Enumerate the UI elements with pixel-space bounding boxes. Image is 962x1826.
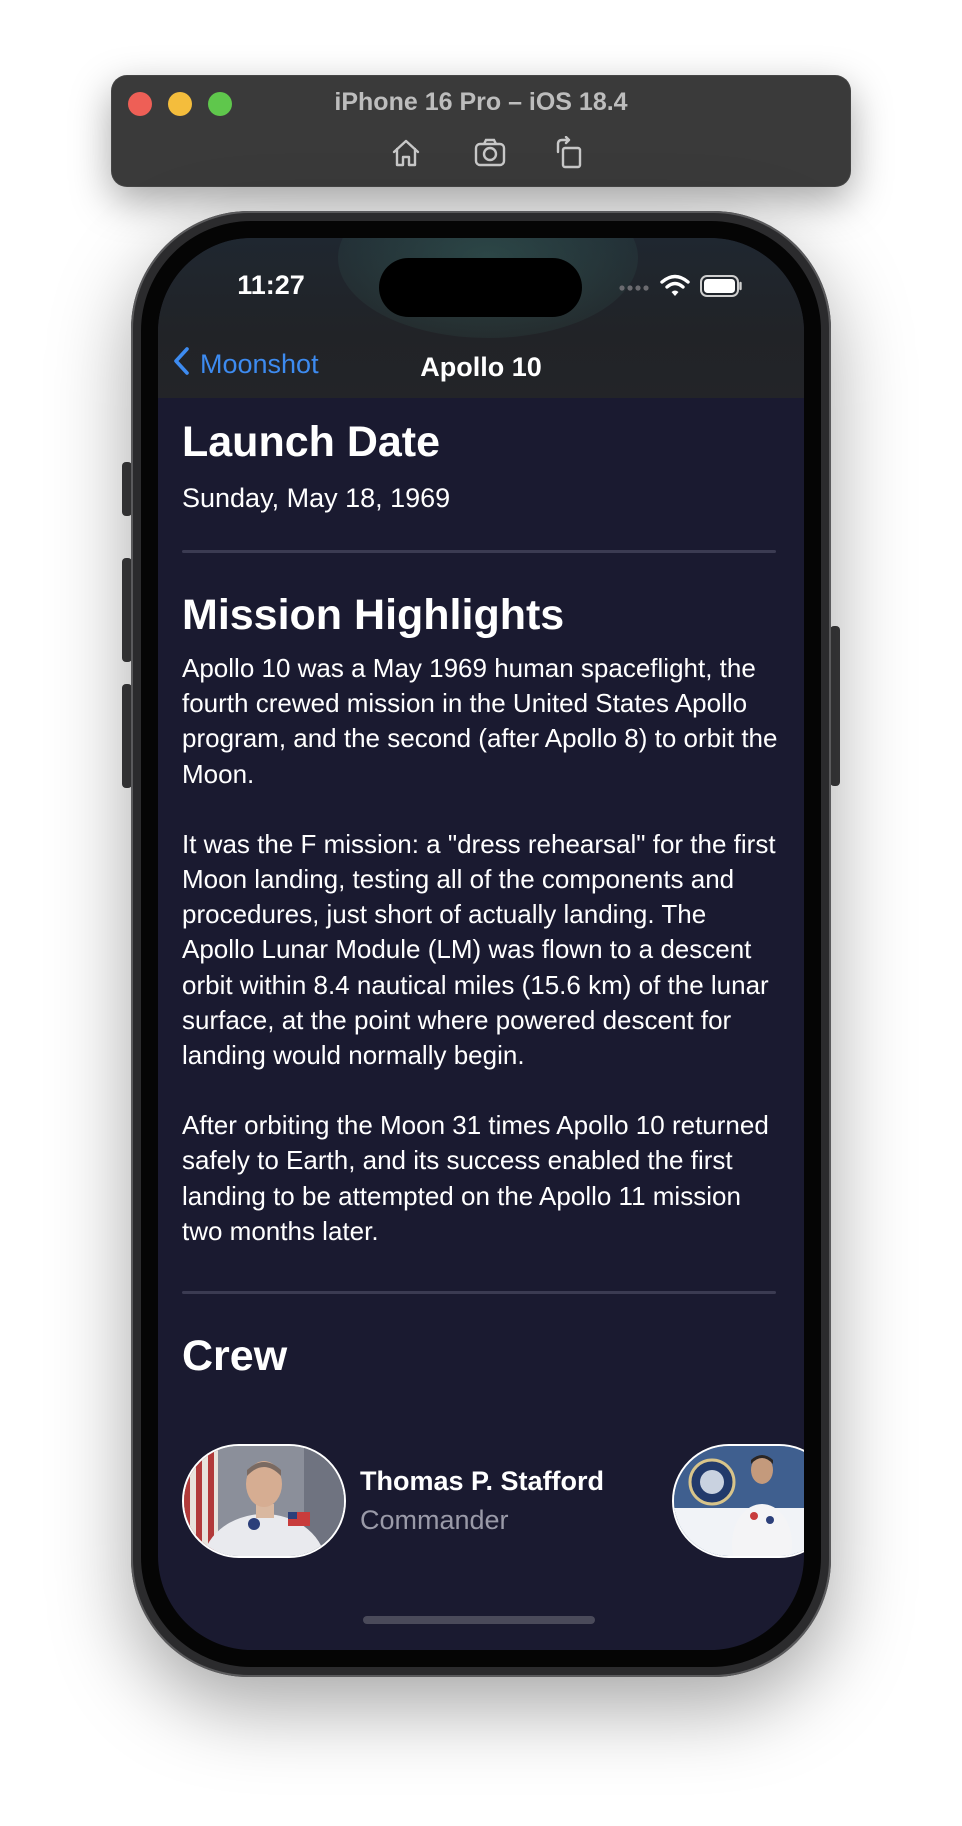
crew-scroll-list[interactable]: Thomas P. Stafford Commander [182, 1444, 804, 1562]
simulator-title: iPhone 16 Pro – iOS 18.4 [334, 88, 628, 116]
highlights-paragraph: After orbiting the Moon 31 times Apollo … [182, 1110, 769, 1246]
crew-member-photo [672, 1444, 804, 1558]
battery-icon [700, 275, 744, 302]
highlights-paragraph: It was the F mission: a "dress rehearsal… [182, 828, 776, 1071]
phone-screen: 11:27 Moonshot Apollo 10 Launch Date Sun… [158, 238, 804, 1650]
crew-heading: Crew [182, 1332, 288, 1381]
home-icon[interactable] [388, 136, 424, 170]
crew-member-card[interactable]: Thomas P. Stafford Commander [182, 1444, 604, 1558]
cellular-icon [618, 280, 650, 298]
home-indicator[interactable] [363, 1616, 595, 1624]
highlights-paragraph: Apollo 10 was a May 1969 human spaceflig… [182, 653, 778, 789]
screenshot-icon[interactable] [472, 136, 508, 170]
section-divider [182, 550, 776, 553]
mission-detail-content: Launch Date Sunday, May 18, 1969 Mission… [182, 416, 782, 1382]
mission-highlights-heading: Mission Highlights [182, 591, 565, 639]
crew-member-role: Commander [360, 1505, 509, 1535]
page-title: Apollo 10 [420, 352, 542, 382]
crew-member-card[interactable] [672, 1444, 804, 1558]
navigation-bar: Moonshot Apollo 10 [158, 338, 804, 398]
dynamic-island [379, 258, 582, 317]
launch-date-heading: Launch Date [182, 418, 441, 466]
crew-member-name: Thomas P. Stafford [360, 1466, 605, 1496]
status-icons [618, 274, 744, 303]
launch-date-value: Sunday, May 18, 1969 [182, 483, 451, 513]
section-divider [182, 1291, 776, 1295]
status-time: 11:27 [237, 270, 305, 300]
power-button [830, 626, 840, 786]
wifi-icon [660, 274, 690, 303]
crew-member-photo [182, 1444, 346, 1558]
rotate-icon[interactable] [551, 136, 587, 170]
